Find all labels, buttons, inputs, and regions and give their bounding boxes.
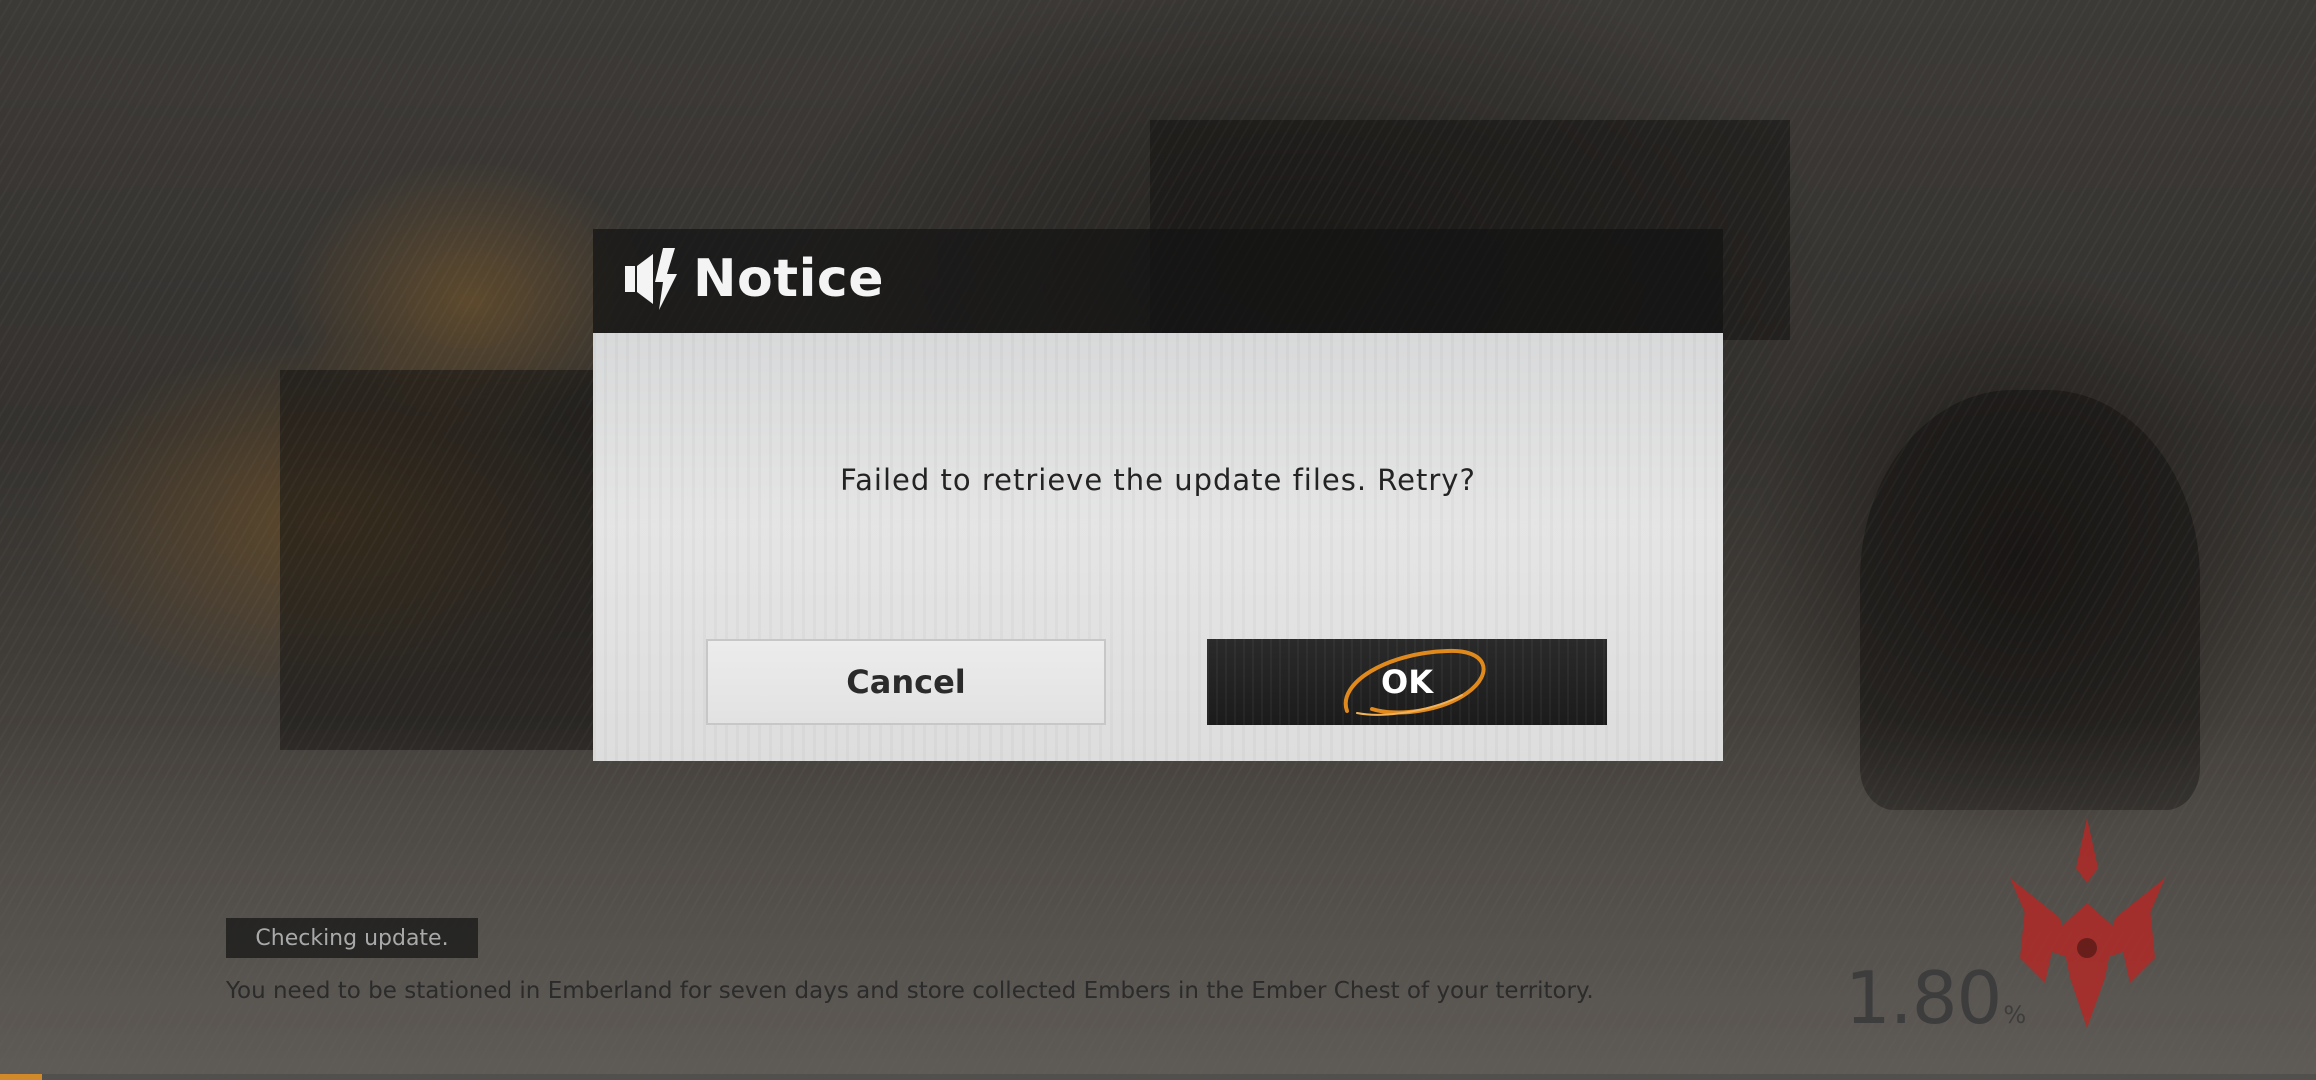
- game-emblem-icon: [2010, 818, 2165, 1028]
- game-screen: Notice Failed to retrieve the update fil…: [0, 0, 2316, 1080]
- notice-dialog: Notice Failed to retrieve the update fil…: [593, 229, 1723, 761]
- progress-value: 1.80: [1845, 956, 2002, 1040]
- loading-progress-bar: [0, 1074, 2316, 1080]
- loading-status-text: Checking update.: [255, 925, 449, 951]
- ok-button[interactable]: OK: [1207, 639, 1607, 725]
- notice-speaker-icon: [625, 248, 677, 310]
- status-badge: Checking update.: [226, 918, 478, 958]
- dialog-title: Notice: [693, 249, 885, 309]
- loading-progress-fill: [0, 1074, 42, 1080]
- loading-tip: You need to be stationed in Emberland fo…: [226, 978, 1594, 1004]
- ok-button-label: OK: [1381, 663, 1433, 701]
- dialog-header: Notice: [593, 229, 1723, 333]
- cancel-button-label: Cancel: [846, 663, 966, 701]
- cancel-button[interactable]: Cancel: [706, 639, 1106, 725]
- dialog-body: Failed to retrieve the update files. Ret…: [593, 333, 1723, 761]
- dialog-message: Failed to retrieve the update files. Ret…: [840, 463, 1476, 497]
- progress-readout: 1.80%: [1845, 956, 2026, 1040]
